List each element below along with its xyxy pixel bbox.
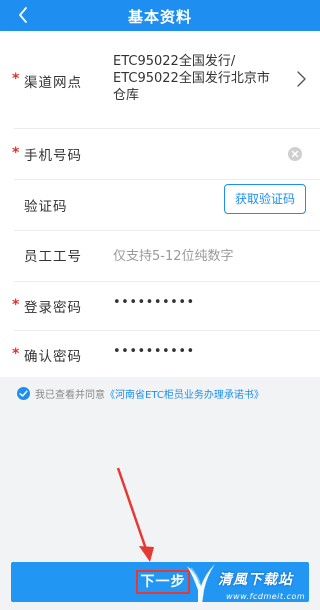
next-button-label: 下一步 [136, 570, 190, 594]
channel-label: 渠道网点 [24, 75, 82, 91]
confirm-password-label: 确认密码 [24, 349, 82, 365]
channel-value-line: ETC95022全国发行/ [113, 54, 236, 69]
channel-value: ETC95022全国发行/ ETC95022全国发行北京市 仓库 [113, 53, 291, 104]
channel-value-line: ETC95022全国发行北京市 [113, 71, 270, 86]
login-password-row[interactable]: * 登录密码 •••••••••• [0, 282, 320, 330]
close-icon [291, 150, 299, 158]
form-card: * 渠道网点 ETC95022全国发行/ ETC95022全国发行北京市 仓库 … [0, 31, 320, 377]
watermark-logo-icon [187, 564, 215, 604]
channel-row[interactable]: * 渠道网点 ETC95022全国发行/ ETC95022全国发行北京市 仓库 [0, 31, 320, 128]
login-password-label: 登录密码 [24, 300, 82, 316]
clear-button[interactable] [288, 147, 302, 161]
phone-label: 手机号码 [24, 148, 82, 164]
header-bar: 基本资料 [0, 0, 320, 31]
page-title: 基本资料 [127, 8, 192, 26]
agreement-prefix: 我已查看并同意 [35, 390, 105, 401]
required-mark: * [12, 297, 20, 313]
required-mark: * [12, 346, 20, 362]
agreement-link[interactable]: 《河南省ETC柜员业务办理承诺书》 [105, 390, 264, 401]
watermark-text: 清風下载站 [218, 572, 293, 588]
confirm-password-row[interactable]: * 确认密码 •••••••••• [0, 331, 320, 377]
watermark-url: www.fcdmeit.com [226, 592, 306, 601]
chevron-right-icon [297, 71, 306, 87]
checkbox-checked-icon[interactable] [17, 387, 30, 400]
phone-row[interactable]: * 手机号码 [0, 129, 320, 179]
login-password-input[interactable]: •••••••••• [113, 295, 195, 310]
get-code-button[interactable]: 获取验证码 [224, 184, 306, 214]
required-mark: * [12, 145, 20, 161]
employee-id-label: 员工工号 [24, 249, 82, 265]
confirm-password-input[interactable]: •••••••••• [113, 344, 195, 359]
channel-value-line: 仓库 [113, 88, 140, 103]
employee-id-input[interactable]: 仅支持5-12位纯数字 [113, 245, 234, 264]
verify-code-label: 验证码 [24, 199, 68, 215]
required-mark: * [12, 71, 20, 87]
agreement-text: 我已查看并同意《河南省ETC柜员业务办理承诺书》 [35, 386, 264, 401]
employee-id-row[interactable]: 员工工号 仅支持5-12位纯数字 [0, 231, 320, 281]
